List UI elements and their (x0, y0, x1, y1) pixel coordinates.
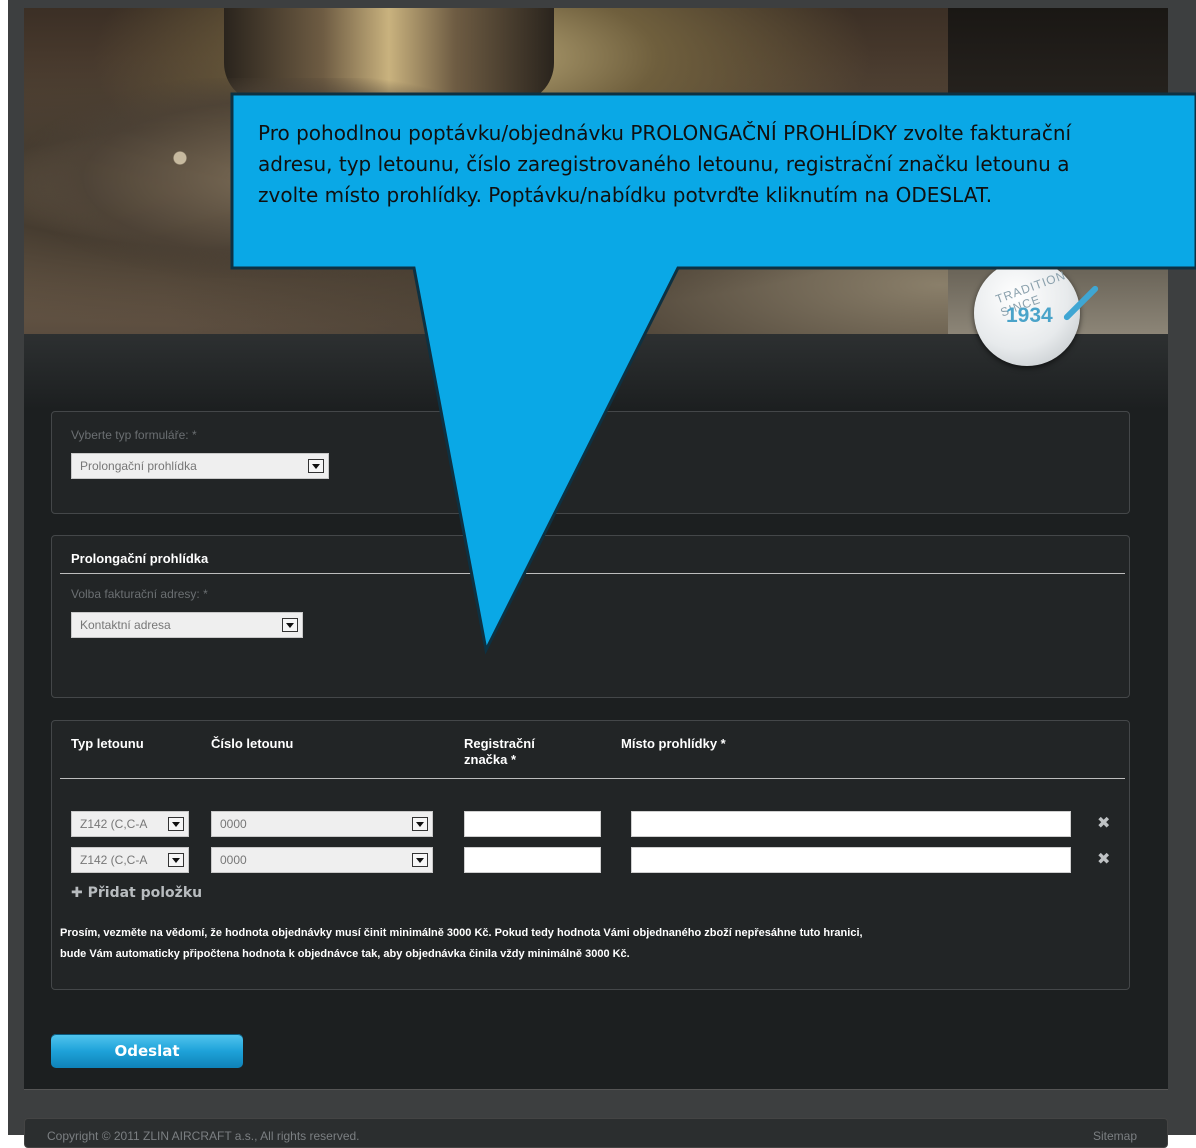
plus-icon: ✚ (71, 885, 88, 901)
chevron-down-icon[interactable] (412, 817, 428, 831)
billing-select[interactable]: Kontaktní adresa (71, 612, 303, 638)
row-2-remove-icon[interactable]: ✖ (1097, 849, 1110, 869)
billing-label: Volba fakturační adresy: * (71, 587, 208, 601)
row-2-number-select[interactable]: 0000 (211, 847, 433, 873)
copyright-text: Copyright © 2011 ZLIN AIRCRAFT a.s., All… (47, 1129, 360, 1143)
note-line-2: bude Vám automaticky připočtena hodnota … (60, 948, 630, 960)
row-1-type-value: Z142 (C,C-A (80, 817, 148, 831)
row-1-number-value: 0000 (220, 817, 247, 831)
add-item-label: Přidat položku (87, 885, 203, 901)
row-1-registration-input[interactable] (464, 811, 601, 837)
note-line-1: Prosím, vezměte na vědomí, že hodnota ob… (60, 927, 863, 939)
chevron-down-icon[interactable] (168, 853, 184, 867)
row-2-type-select[interactable]: Z142 (C,C-A (71, 847, 189, 873)
form-type-panel: Vyberte typ formuláře: * Prolongační pro… (51, 411, 1130, 514)
chevron-down-icon[interactable] (168, 817, 184, 831)
row-1-type-select[interactable]: Z142 (C,C-A (71, 811, 189, 837)
divider (60, 778, 1125, 779)
row-2-registration-input[interactable] (464, 847, 601, 873)
callout-text: Pro pohodlnou poptávku/objednávku PROLON… (258, 118, 1196, 278)
form-type-select[interactable]: Prolongační prohlídka (71, 453, 329, 479)
col-header-number: Číslo letounu (211, 736, 294, 751)
row-2-place-input[interactable] (631, 847, 1071, 873)
row-2-number-value: 0000 (220, 853, 247, 867)
col-header-place: Místo prohlídky * (621, 736, 726, 751)
row-1-place-input[interactable] (631, 811, 1071, 837)
sitemap-link[interactable]: Sitemap (1093, 1129, 1137, 1143)
callout-line-1: Pro pohodlnou poptávku/objednávku PROLON… (258, 121, 1072, 145)
items-panel: Typ letounu Číslo letounu Registrační zn… (51, 720, 1130, 990)
col-header-type: Typ letounu (71, 736, 144, 751)
form-type-label: Vyberte typ formuláře: * (71, 428, 197, 442)
billing-value: Kontaktní adresa (80, 618, 171, 632)
chevron-down-icon[interactable] (412, 853, 428, 867)
col-header-registration: Registrační značka * (464, 736, 535, 767)
inspection-panel: Prolongační prohlídka Volba fakturační a… (51, 535, 1130, 698)
callout-line-2: adresu, typ letounu, číslo zaregistrovan… (258, 152, 1070, 176)
row-2-type-value: Z142 (C,C-A (80, 853, 148, 867)
form-type-value: Prolongační prohlídka (80, 459, 197, 473)
divider (60, 573, 1125, 574)
row-1-number-select[interactable]: 0000 (211, 811, 433, 837)
form-container: TRADITION SINCE 1934 Vyberte typ formulá… (24, 260, 1168, 1090)
footer: Copyright © 2011 ZLIN AIRCRAFT a.s., All… (24, 1118, 1168, 1148)
callout-line-3: zvolte místo prohlídky. Poptávku/nabídku… (258, 183, 993, 207)
chevron-down-icon[interactable] (308, 459, 324, 473)
row-1-remove-icon[interactable]: ✖ (1097, 813, 1110, 833)
chevron-down-icon[interactable] (282, 618, 298, 632)
inspection-title: Prolongační prohlídka (71, 551, 209, 566)
minimum-order-note: Prosím, vezměte na vědomí, že hodnota ob… (60, 923, 1125, 965)
add-item-link[interactable]: ✚ Přidat položku (71, 885, 202, 901)
submit-button[interactable]: Odeslat (51, 1034, 243, 1068)
badge-year: 1934 (1006, 304, 1053, 327)
